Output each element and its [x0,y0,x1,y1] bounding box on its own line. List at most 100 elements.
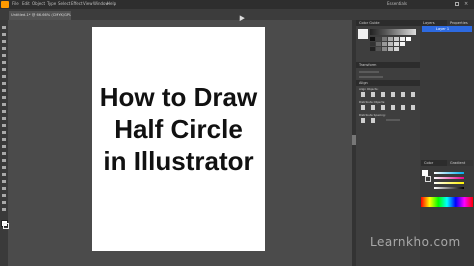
base-color-swatch[interactable] [358,29,368,39]
width-tool-icon[interactable] [2,117,6,120]
scale-tool-icon[interactable] [2,110,6,113]
transform-panel-header[interactable]: Transform [356,62,420,68]
menu-select[interactable]: Select [58,1,70,6]
harmony-color-strip[interactable] [370,29,416,35]
eraser-tool-icon[interactable] [2,96,6,99]
cyan-slider[interactable] [434,172,464,174]
zoom-tool-icon[interactable] [2,208,6,211]
swatch[interactable] [388,37,393,41]
swatch[interactable] [388,47,393,51]
selection-tool-icon[interactable] [2,26,6,29]
tools-panel [0,20,9,266]
menu-file[interactable]: File [12,1,19,6]
color-panel-header[interactable]: Color [421,160,447,166]
swatch[interactable] [382,37,387,41]
distribute-center-icon[interactable] [371,105,375,110]
distribute-top-icon[interactable] [361,105,365,110]
black-slider[interactable] [434,187,464,189]
swatch[interactable] [376,37,381,41]
gradient-tool-icon[interactable] [2,152,6,155]
menu-type[interactable]: Type [47,1,56,6]
align-middle-icon[interactable] [401,92,405,97]
color-spectrum[interactable] [421,197,473,207]
layer-row[interactable]: Layer 1 [422,26,472,32]
horizontal-spacing-icon[interactable] [371,118,375,123]
swatch[interactable] [394,37,399,41]
slice-tool-icon[interactable] [2,194,6,197]
magenta-slider[interactable] [434,177,464,179]
swatch[interactable] [400,42,405,46]
menu-object[interactable]: Object [32,1,45,6]
watermark: Learnkho.com [370,235,461,249]
hand-tool-icon[interactable] [2,201,6,204]
color-stroke-swatch[interactable] [425,176,431,182]
gradient-panel-header[interactable]: Gradient [447,160,473,166]
vertical-spacing-icon[interactable] [361,118,365,123]
menu-view[interactable]: View [83,1,93,6]
align-left-icon[interactable] [361,92,365,97]
menu-effect[interactable]: Effect [71,1,83,6]
free-transform-tool-icon[interactable] [2,124,6,127]
swatch[interactable] [394,47,399,51]
align-right-icon[interactable] [381,92,385,97]
line-tool-icon[interactable] [2,68,6,71]
close-icon[interactable]: × [464,1,468,7]
swatch[interactable] [406,37,411,41]
transform-field[interactable] [359,76,383,78]
workspace-switcher[interactable]: Essentials [387,1,407,6]
distribute-objects-label: Distribute Objects: [359,100,386,104]
artboard[interactable]: How to Draw Half Circle in Illustrator [92,27,265,251]
eyedropper-tool-icon[interactable] [2,159,6,162]
maximize-icon[interactable] [455,2,459,6]
menu-edit[interactable]: Edit [22,1,30,6]
swatch[interactable] [382,47,387,51]
stroke-swatch[interactable] [3,223,9,229]
align-top-icon[interactable] [391,92,395,97]
distribute-right-icon[interactable] [411,105,415,110]
type-tool-icon[interactable] [2,61,6,64]
align-bottom-icon[interactable] [411,92,415,97]
artboard-tool-icon[interactable] [2,187,6,190]
swatch[interactable] [400,37,405,41]
distribute-bottom-icon[interactable] [381,105,385,110]
headline-line-1[interactable]: How to Draw [92,83,265,111]
align-center-icon[interactable] [371,92,375,97]
pencil-tool-icon[interactable] [2,89,6,92]
color-guide-panel-header[interactable]: Color Guide [356,20,420,26]
swatch[interactable] [370,37,375,41]
symbol-sprayer-tool-icon[interactable] [2,173,6,176]
align-panel-header[interactable]: Align [356,80,420,86]
transform-field[interactable] [359,71,379,73]
mesh-tool-icon[interactable] [2,145,6,148]
graph-tool-icon[interactable] [2,180,6,183]
menu-help[interactable]: Help [107,1,116,6]
rotate-tool-icon[interactable] [2,103,6,106]
distribute-hcenter-icon[interactable] [401,105,405,110]
yellow-slider[interactable] [434,182,464,184]
headline-line-2[interactable]: Half Circle [92,115,265,143]
shape-builder-tool-icon[interactable] [2,131,6,134]
pen-tool-icon[interactable] [2,47,6,50]
illustrator-app-icon [1,1,9,8]
magic-wand-tool-icon[interactable] [2,40,6,43]
paintbrush-tool-icon[interactable] [2,82,6,85]
swatch[interactable] [388,42,393,46]
document-tab[interactable]: Untitled-1* @ 66.66% (CMYK/GPU Preview) [9,11,71,20]
swatch[interactable] [394,42,399,46]
align-objects-label: Align Objects: [359,87,379,91]
swatch[interactable] [370,42,375,46]
curvature-tool-icon[interactable] [2,54,6,57]
rectangle-tool-icon[interactable] [2,75,6,78]
menu-bar: File Edit Object Type Select Effect View… [0,0,474,9]
distribute-left-icon[interactable] [391,105,395,110]
swatch[interactable] [382,42,387,46]
headline-line-3[interactable]: in Illustrator [92,147,265,175]
direct-selection-tool-icon[interactable] [2,33,6,36]
swatch[interactable] [376,42,381,46]
layer-name[interactable]: Layer 1 [436,27,449,31]
spacing-value-field[interactable] [386,119,400,121]
swatch[interactable] [370,47,375,51]
blend-tool-icon[interactable] [2,166,6,169]
swatch[interactable] [376,47,381,51]
perspective-grid-tool-icon[interactable] [2,138,6,141]
